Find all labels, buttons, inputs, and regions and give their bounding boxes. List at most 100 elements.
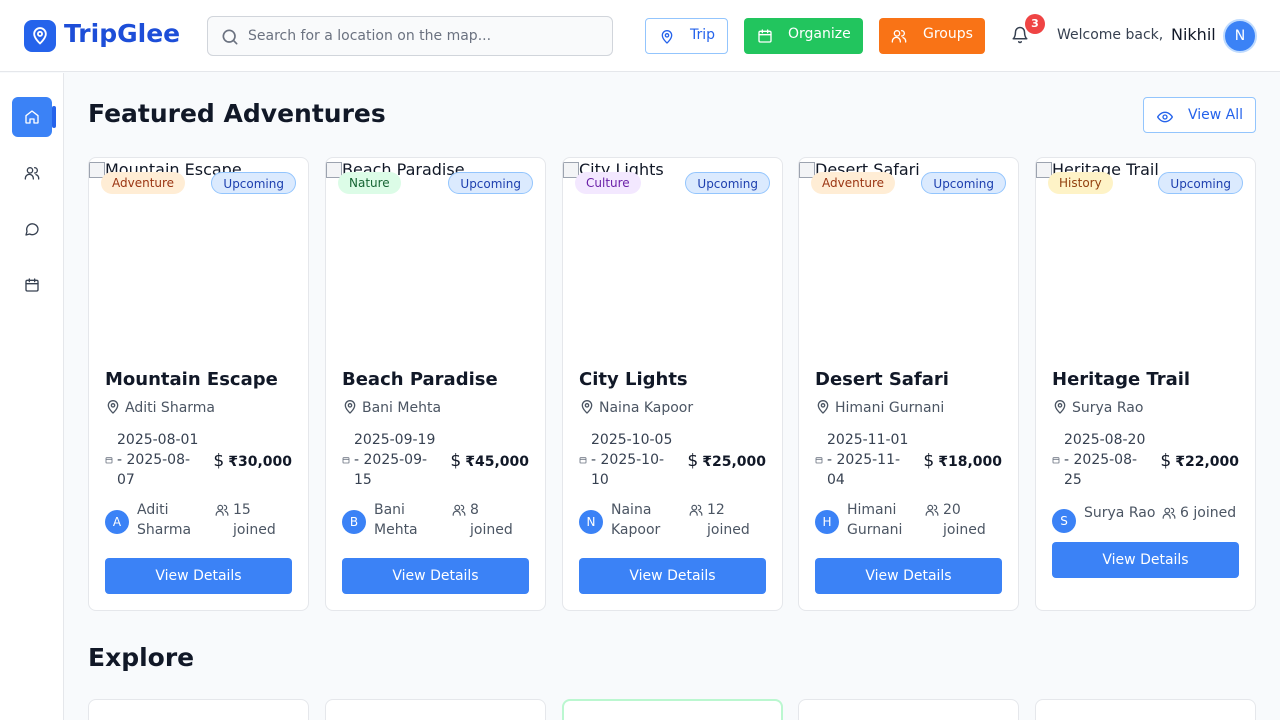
dollar-icon: $: [923, 451, 935, 471]
card-price: $ ₹45,000: [450, 451, 529, 471]
date-line: 07: [117, 472, 135, 488]
groups-button[interactable]: Groups: [879, 18, 985, 54]
price-value: ₹30,000: [228, 454, 292, 470]
sidebar-item-users[interactable]: [12, 153, 52, 193]
brand-name[interactable]: TripGlee: [64, 19, 180, 48]
view-details-button[interactable]: View Details: [342, 558, 529, 594]
host-avatar: S: [1052, 509, 1076, 533]
trip-card[interactable]: Desert Safari Adventure Upcoming Desert Saf…: [798, 157, 1019, 611]
view-details-button[interactable]: View Details: [105, 558, 292, 594]
card-title[interactable]: Mountain Escape: [105, 369, 278, 390]
chat-icon: [25, 223, 39, 236]
explore-card[interactable]: [88, 699, 309, 720]
card-location: Bani Mehta: [342, 399, 441, 416]
explore-card[interactable]: [325, 699, 546, 720]
view-details-button[interactable]: View Details: [1052, 542, 1239, 578]
date-line: 2025-08-20: [1064, 432, 1146, 448]
card-price: $ ₹25,000: [687, 451, 766, 471]
trip-card[interactable]: City Lights Culture Upcoming City Lights Nai…: [562, 157, 783, 611]
card-location: Surya Rao: [1052, 399, 1143, 416]
dollar-icon: $: [1160, 451, 1172, 471]
status-badge: Upcoming: [921, 172, 1006, 194]
active-indicator: [52, 106, 56, 128]
trip-button[interactable]: Trip: [645, 18, 728, 54]
organize-button[interactable]: Organize: [744, 18, 863, 54]
joined-count: 15 joined: [215, 500, 276, 540]
map-pin-icon: [661, 30, 673, 44]
date-line: - 2025-11-: [827, 452, 901, 468]
calendar-icon: [579, 457, 587, 464]
user-avatar[interactable]: N: [1223, 19, 1257, 53]
joined-line: joined: [943, 522, 986, 538]
category-badge: Adventure: [101, 172, 186, 194]
host-name: Surya Rao: [1084, 503, 1155, 523]
host-name-line: Kapoor: [611, 522, 661, 538]
explore-title: Explore: [88, 643, 195, 672]
date-line: 2025-08-01: [117, 432, 199, 448]
groups-button-label: Groups: [923, 26, 973, 42]
explore-card[interactable]: [562, 699, 783, 720]
date-line: 25: [1064, 472, 1082, 488]
date-line: 04: [827, 472, 845, 488]
trip-card[interactable]: Heritage Trail History Upcoming Heritage Tr…: [1035, 157, 1256, 611]
card-location: Naina Kapoor: [579, 399, 693, 416]
joined-count: 20 joined: [925, 500, 986, 540]
calendar-icon: [342, 457, 350, 464]
sidebar: [0, 73, 64, 720]
trip-card[interactable]: Beach Paradise Nature Upcoming Beach Paradi…: [325, 157, 546, 611]
date-line: - 2025-09-: [354, 452, 428, 468]
view-all-button[interactable]: View All: [1143, 97, 1256, 133]
host-name: Aditi Sharma: [137, 500, 191, 540]
view-details-button[interactable]: View Details: [815, 558, 1002, 594]
user-name: Nikhil: [1171, 25, 1216, 44]
calendar-icon: [25, 278, 39, 292]
trip-button-label: Trip: [690, 27, 716, 43]
card-title[interactable]: City Lights: [579, 369, 688, 390]
joined-line: joined: [233, 522, 276, 538]
host-avatar: B: [342, 510, 366, 534]
users-icon: [925, 504, 939, 516]
explore-card[interactable]: [798, 699, 1019, 720]
card-title[interactable]: Beach Paradise: [342, 369, 498, 390]
card-title[interactable]: Heritage Trail: [1052, 369, 1190, 390]
host-name: Naina Kapoor: [611, 500, 660, 540]
search-icon: [222, 29, 238, 45]
date-line: 10: [591, 472, 609, 488]
users-icon: [689, 504, 703, 516]
joined-line: joined: [707, 522, 750, 538]
search-input[interactable]: [248, 17, 598, 55]
eye-icon: [1157, 111, 1173, 123]
location-pin-icon: [1054, 400, 1066, 414]
explore-card[interactable]: [1035, 699, 1256, 720]
sidebar-item-chat[interactable]: [12, 209, 52, 249]
dollar-icon: $: [450, 451, 462, 471]
card-title[interactable]: Desert Safari: [815, 369, 949, 390]
location-pin-icon: [344, 400, 356, 414]
dollar-icon: $: [213, 451, 225, 471]
date-line: 2025-11-01: [827, 432, 909, 448]
host-avatar: N: [579, 510, 603, 534]
logo-icon[interactable]: [24, 20, 56, 52]
view-details-button[interactable]: View Details: [579, 558, 766, 594]
price-value: ₹45,000: [465, 454, 529, 470]
notification-badge: 3: [1025, 14, 1045, 34]
host-name-line: Gurnani: [847, 522, 903, 538]
card-location-text: Surya Rao: [1072, 400, 1144, 416]
price-value: ₹22,000: [1175, 454, 1239, 470]
trip-card[interactable]: Mountain Escape Adventure Upcoming Mountain…: [88, 157, 309, 611]
users-icon: [215, 504, 229, 516]
date-line: - 2025-08-: [1064, 452, 1138, 468]
organize-button-label: Organize: [788, 26, 851, 42]
date-line: 15: [354, 472, 372, 488]
card-dates: 2025-08-01 - 2025-08- 07: [105, 430, 205, 490]
location-pin-icon: [817, 400, 829, 414]
sidebar-item-calendar[interactable]: [12, 265, 52, 305]
host-name-line: Naina: [611, 502, 652, 518]
category-badge: Adventure: [811, 172, 896, 194]
location-search[interactable]: [207, 16, 613, 56]
card-location-text: Aditi Sharma: [125, 400, 216, 416]
view-all-label: View All: [1188, 107, 1244, 123]
home-icon: [25, 110, 39, 124]
host-avatar: A: [105, 510, 129, 534]
sidebar-item-home[interactable]: [12, 97, 52, 137]
